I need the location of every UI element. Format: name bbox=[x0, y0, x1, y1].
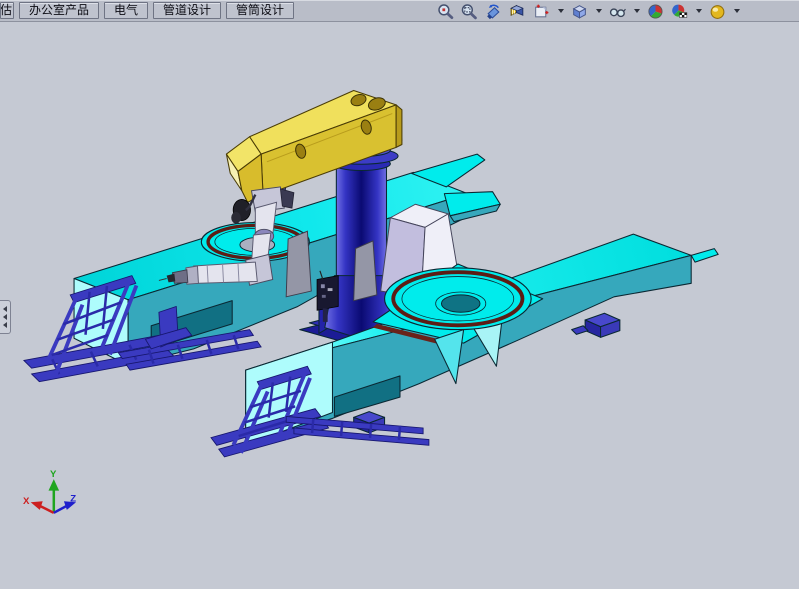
view-orientation-icon[interactable] bbox=[533, 3, 550, 20]
tab-tubing-design[interactable]: 管筒设计 bbox=[226, 2, 294, 19]
apply-scene-icon[interactable] bbox=[671, 3, 688, 20]
zoom-to-fit-icon[interactable] bbox=[437, 3, 454, 20]
scene-canvas[interactable]: Y X Z bbox=[0, 22, 799, 589]
right-girder-bracket-far[interactable] bbox=[572, 313, 620, 337]
command-manager-toolbar: 估 办公室产品 电气 管道设计 管筒设计 bbox=[0, 0, 799, 22]
apply-scene-dropdown[interactable] bbox=[696, 9, 702, 13]
previous-view-icon[interactable] bbox=[485, 3, 502, 20]
edit-appearance-icon[interactable] bbox=[647, 3, 664, 20]
zoom-to-area-icon[interactable] bbox=[461, 3, 478, 20]
hide-show-items-icon[interactable] bbox=[609, 3, 626, 20]
display-style-dropdown[interactable] bbox=[596, 9, 602, 13]
application-window: 估 办公室产品 电气 管道设计 管筒设计 bbox=[0, 0, 799, 589]
section-view-icon[interactable] bbox=[509, 3, 526, 20]
view-orientation-dropdown[interactable] bbox=[558, 9, 564, 13]
display-style-icon[interactable] bbox=[571, 3, 588, 20]
tab-electrical[interactable]: 电气 bbox=[104, 2, 148, 19]
coordinate-triad: Y X Z bbox=[23, 469, 76, 513]
tab-piping-design[interactable]: 管道设计 bbox=[153, 2, 221, 19]
gusset-plate-small-left[interactable] bbox=[286, 231, 311, 297]
collapse-arrow-icon bbox=[3, 322, 7, 328]
feature-panel-collapse-toggle[interactable] bbox=[0, 300, 11, 334]
collapse-arrow-icon bbox=[3, 314, 7, 320]
3d-viewport[interactable]: Y X Z bbox=[0, 22, 799, 589]
hide-show-items-dropdown[interactable] bbox=[634, 9, 640, 13]
axis-x-label: X bbox=[23, 496, 30, 507]
collapse-arrow-icon bbox=[3, 306, 7, 312]
tab-office-products[interactable]: 办公室产品 bbox=[19, 2, 99, 19]
right-ring-flange[interactable] bbox=[385, 268, 532, 330]
axis-z-label: Z bbox=[70, 493, 76, 504]
tab-partial[interactable]: 估 bbox=[0, 2, 14, 19]
command-manager-tabs: 估 办公室产品 电气 管道设计 管筒设计 bbox=[0, 1, 294, 20]
axis-y-label: Y bbox=[50, 469, 57, 480]
view-settings-dropdown[interactable] bbox=[734, 9, 740, 13]
view-settings-icon[interactable] bbox=[709, 3, 726, 20]
heads-up-view-toolbar bbox=[437, 2, 740, 20]
